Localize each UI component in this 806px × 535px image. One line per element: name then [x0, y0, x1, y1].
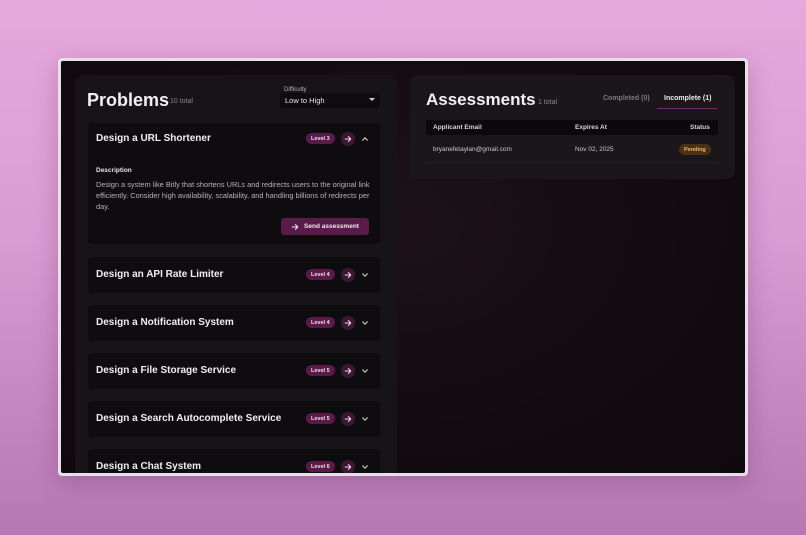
problem-card[interactable]: Design a URL Shortener Level 3 Descripti… [88, 123, 380, 244]
assessments-title: Assessments [426, 90, 536, 109]
description-heading: Description [96, 167, 132, 174]
open-problem-button[interactable] [341, 412, 355, 426]
assessments-count: 1 total [538, 99, 558, 106]
difficulty-select[interactable]: Low to High [280, 93, 380, 108]
open-problem-button[interactable] [341, 268, 355, 282]
open-problem-button[interactable] [341, 364, 355, 378]
dropdown-caret-icon [369, 98, 375, 101]
arrow-right-icon [344, 416, 352, 422]
assessments-panel: Assessments 1 total Completed (0) Incomp… [410, 75, 735, 179]
expires-at: Nov 02, 2025 [575, 146, 614, 153]
problem-card[interactable]: Design a Search Autocomplete Service Lev… [88, 401, 380, 437]
problem-card[interactable]: Design a Chat System Level 6 [88, 449, 380, 473]
problem-title: Design a Search Autocomplete Service [96, 413, 282, 424]
arrow-right-icon [344, 320, 352, 326]
chevron-down-icon[interactable] [361, 319, 369, 327]
active-tab-indicator [657, 108, 717, 109]
row-divider [426, 162, 718, 163]
arrow-right-icon [344, 368, 352, 374]
open-problem-button[interactable] [341, 132, 355, 146]
problem-card[interactable]: Design a Notification System Level 4 [88, 305, 380, 341]
problem-title: Design a Notification System [96, 317, 234, 328]
arrow-right-icon [344, 136, 352, 142]
table-header: Applicant Email Expires At Status [426, 120, 718, 135]
problem-card[interactable]: Design an API Rate Limiter Level 4 [88, 257, 380, 293]
tab-incomplete[interactable]: Incomplete (1) [664, 95, 711, 102]
applicant-email: bryanefetaylan@gmail.com [433, 146, 512, 153]
open-problem-button[interactable] [341, 316, 355, 330]
tab-completed[interactable]: Completed (0) [603, 95, 650, 102]
send-assessment-label: Send assessment [304, 223, 359, 230]
app-screen: Problems 10 total Difficulty Low to High… [61, 61, 745, 473]
level-badge: Level 5 [306, 413, 335, 424]
problem-card[interactable]: Design a File Storage Service Level 5 [88, 353, 380, 389]
level-badge: Level 6 [306, 461, 335, 472]
level-badge: Level 4 [306, 317, 335, 328]
problems-count: 10 total [170, 98, 193, 105]
chevron-down-icon[interactable] [361, 367, 369, 375]
description-text: Design a system like Bitly that shortens… [96, 180, 370, 211]
problem-title: Design an API Rate Limiter [96, 269, 224, 280]
column-header: Applicant Email [433, 124, 482, 131]
chevron-down-icon[interactable] [361, 415, 369, 423]
level-badge: Level 4 [306, 269, 335, 280]
chevron-up-icon[interactable] [361, 135, 369, 143]
problem-title: Design a File Storage Service [96, 365, 237, 376]
status-badge: Pending [679, 144, 711, 155]
column-header: Expires At [575, 124, 607, 131]
difficulty-value: Low to High [285, 96, 325, 105]
problem-title: Design a Chat System [96, 461, 202, 472]
send-assessment-button[interactable]: Send assessment [281, 218, 369, 235]
app-window: Problems 10 total Difficulty Low to High… [58, 58, 748, 476]
problems-title: Problems [87, 90, 170, 110]
problem-title: Design a URL Shortener [96, 133, 211, 144]
level-badge: Level 5 [306, 365, 335, 376]
chevron-down-icon[interactable] [361, 463, 369, 471]
level-badge: Level 3 [306, 133, 335, 144]
chevron-down-icon[interactable] [361, 271, 369, 279]
arrow-right-icon [344, 272, 352, 278]
arrow-right-icon [291, 223, 299, 230]
open-problem-button[interactable] [341, 460, 355, 473]
arrow-right-icon [344, 464, 352, 470]
column-header: Status [690, 124, 710, 131]
